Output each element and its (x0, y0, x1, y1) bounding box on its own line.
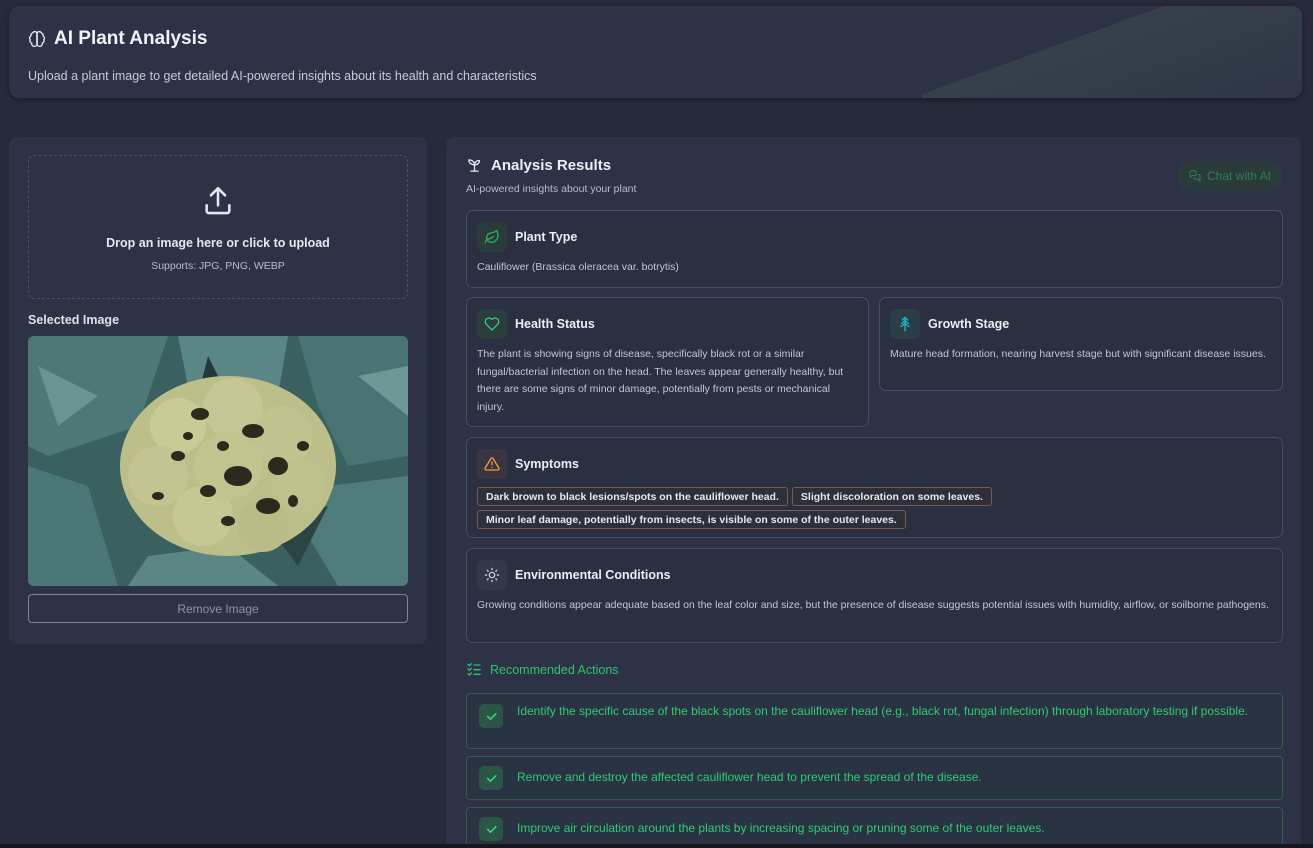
upload-icon (201, 184, 235, 218)
brain-icon (28, 30, 46, 48)
environment-header: Environmental Conditions (477, 560, 671, 590)
check-icon (479, 817, 503, 841)
results-subtitle: AI-powered insights about your plant (466, 183, 637, 195)
results-title: Analysis Results (491, 157, 612, 174)
environment-card: Environmental Conditions Growing conditi… (466, 548, 1283, 643)
symptom-tags: Dark brown to black lesions/spots on the… (477, 487, 997, 529)
action-item: Identify the specific cause of the black… (466, 693, 1283, 749)
tree-icon (890, 309, 920, 339)
analysis-results-panel: Analysis Results AI-powered insights abo… (446, 137, 1301, 848)
sprout-icon (466, 157, 483, 174)
upload-panel: Drop an image here or click to upload Su… (9, 137, 427, 644)
check-icon (479, 766, 503, 790)
dropzone-title: Drop an image here or click to upload (106, 236, 330, 250)
symptoms-card: Symptoms Dark brown to black lesions/spo… (466, 437, 1283, 538)
plant-type-label: Plant Type (515, 230, 578, 244)
chat-with-ai-button[interactable]: Chat with AI (1177, 161, 1283, 191)
growth-stage-label: Growth Stage (928, 317, 1010, 331)
plant-type-value: Cauliflower (Brassica oleracea var. botr… (477, 261, 679, 273)
results-title-row: Analysis Results (466, 157, 611, 174)
action-text: Remove and destroy the affected cauliflo… (517, 770, 982, 784)
plant-type-header: Plant Type (477, 222, 577, 252)
recommended-actions-label: Recommended Actions (490, 663, 619, 677)
growth-stage-value: Mature head formation, nearing harvest s… (890, 348, 1266, 360)
health-status-header: Health Status (477, 309, 595, 339)
warning-icon (477, 449, 507, 479)
chat-icon (1189, 170, 1201, 182)
selected-image-label: Selected Image (28, 313, 120, 327)
action-text: Identify the specific cause of the black… (517, 704, 1249, 718)
page-header: AI Plant Analysis Upload a plant image t… (9, 6, 1302, 98)
action-item: Improve air circulation around the plant… (466, 807, 1283, 848)
chat-with-ai-label: Chat with AI (1206, 169, 1272, 183)
heart-icon (477, 309, 507, 339)
plant-type-card: Plant Type Cauliflower (Brassica olerace… (466, 210, 1283, 288)
action-item: Remove and destroy the affected cauliflo… (466, 756, 1283, 800)
remove-image-button[interactable]: Remove Image (28, 594, 408, 623)
page-subtitle: Upload a plant image to get detailed AI-… (28, 69, 537, 83)
symptom-tag: Minor leaf damage, potentially from inse… (477, 510, 906, 529)
environment-value: Growing conditions appear adequate based… (477, 599, 1269, 611)
health-status-card: Health Status The plant is showing signs… (466, 297, 869, 427)
dropzone-supports: Supports: JPG, PNG, WEBP (151, 260, 285, 272)
health-status-value: The plant is showing signs of disease, s… (477, 348, 844, 413)
header-title-row: AI Plant Analysis (28, 28, 207, 50)
check-icon (479, 704, 503, 728)
symptom-tag: Dark brown to black lesions/spots on the… (477, 487, 788, 506)
bottom-edge (0, 844, 1313, 848)
health-status-label: Health Status (515, 317, 595, 331)
page-title: AI Plant Analysis (54, 28, 208, 49)
recommended-actions-title: Recommended Actions (466, 661, 619, 677)
action-text: Improve air circulation around the plant… (517, 821, 1045, 835)
leaf-icon (477, 222, 507, 252)
symptoms-header: Symptoms (477, 449, 579, 479)
symptoms-label: Symptoms (515, 457, 579, 471)
sun-icon (477, 560, 507, 590)
selected-plant-image (28, 336, 408, 586)
growth-stage-card: Growth Stage Mature head formation, near… (879, 297, 1283, 391)
checklist-icon (466, 661, 482, 677)
symptom-tag: Slight discoloration on some leaves. (791, 487, 992, 506)
environment-label: Environmental Conditions (515, 568, 671, 582)
cauliflower-photo (28, 336, 408, 586)
growth-stage-header: Growth Stage (890, 309, 1009, 339)
image-dropzone[interactable]: Drop an image here or click to upload Su… (28, 155, 408, 299)
